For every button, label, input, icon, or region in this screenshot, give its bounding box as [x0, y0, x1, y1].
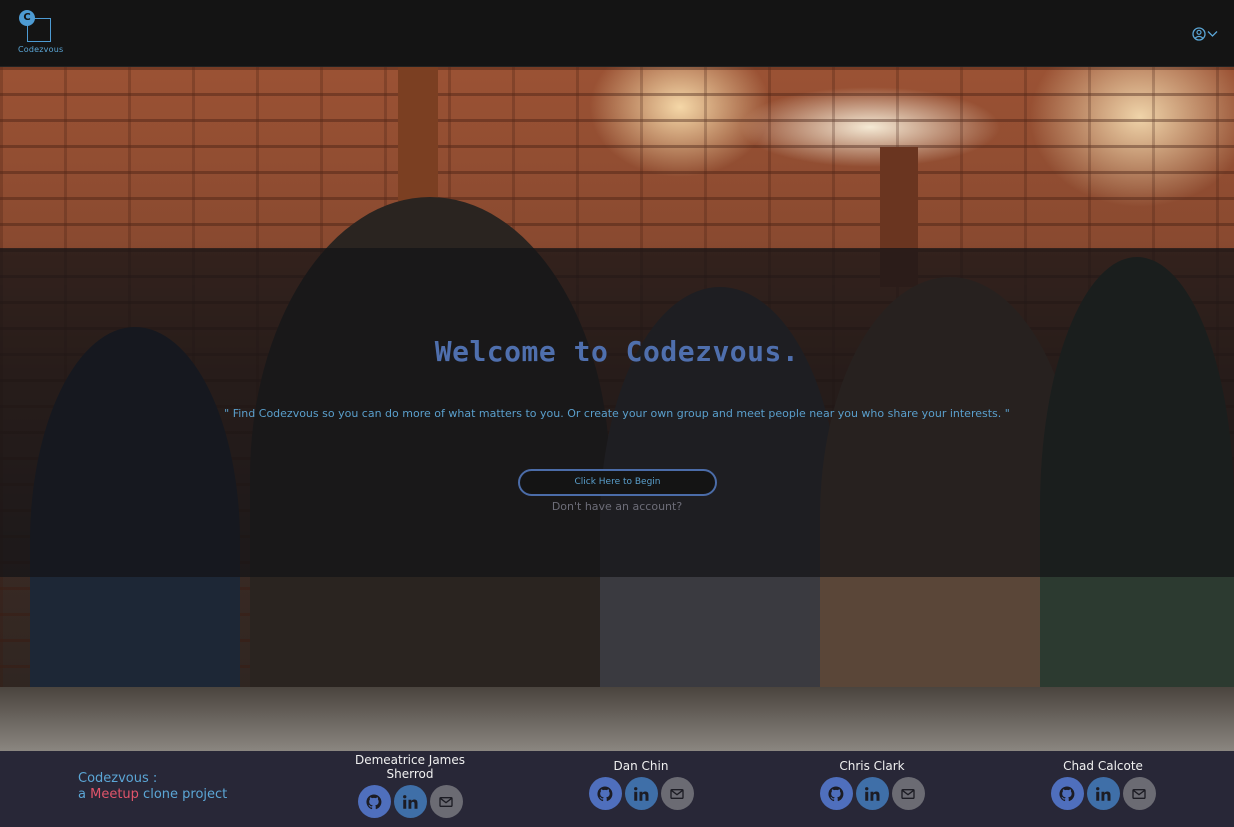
user-menu-button[interactable]	[1192, 25, 1220, 43]
welcome-title: Welcome to Codezvous.	[434, 335, 800, 368]
github-icon[interactable]	[1050, 777, 1084, 810]
member-name: Demeatrice James Sherrod	[354, 753, 466, 781]
signup-link[interactable]: Don't have an account?	[0, 500, 1234, 513]
footer: Codezvous : a Meetup clone project Demea…	[0, 751, 1234, 827]
member-links	[330, 785, 490, 818]
meetup-highlight: Meetup	[90, 787, 139, 802]
logo-text: Codezvous	[18, 45, 64, 54]
countertop	[0, 687, 1234, 751]
linkedin-icon[interactable]	[624, 777, 658, 810]
github-icon[interactable]	[819, 777, 853, 810]
member-links	[1023, 777, 1183, 810]
codezvous-logo[interactable]: C Codezvous	[16, 10, 66, 56]
member-card: Dan Chin	[561, 759, 721, 810]
member-links	[561, 777, 721, 810]
mail-icon[interactable]	[429, 785, 463, 818]
member-card: Chris Clark	[792, 759, 952, 810]
linkedin-icon[interactable]	[1086, 777, 1120, 810]
linkedin-icon[interactable]	[855, 777, 889, 810]
hero-section: Welcome to Codezvous. " Find Codezvous s…	[0, 67, 1234, 751]
mail-icon[interactable]	[1122, 777, 1156, 810]
user-icon	[1192, 27, 1218, 41]
footer-brand: Codezvous : a Meetup clone project	[78, 771, 227, 803]
footer-brand-subtitle: a Meetup clone project	[78, 787, 228, 802]
top-navbar: C Codezvous	[0, 0, 1234, 67]
mail-icon[interactable]	[891, 777, 925, 810]
member-links	[792, 777, 952, 810]
member-card: Demeatrice James Sherrod	[330, 753, 490, 818]
member-name: Dan Chin	[613, 759, 669, 773]
member-card: Chad Calcote	[1023, 759, 1183, 810]
member-name: Chris Clark	[839, 759, 905, 773]
logo-circle: C	[19, 10, 35, 26]
mail-icon[interactable]	[660, 777, 694, 810]
begin-button[interactable]: Click Here to Begin	[518, 469, 717, 496]
chevron-down-icon	[1207, 31, 1218, 37]
github-icon[interactable]	[588, 777, 622, 810]
footer-brand-title: Codezvous :	[78, 771, 158, 786]
linkedin-icon[interactable]	[393, 785, 427, 818]
github-icon[interactable]	[357, 785, 391, 818]
hero-tagline: " Find Codezvous so you can do more of w…	[224, 407, 1010, 420]
member-name: Chad Calcote	[1063, 759, 1143, 773]
